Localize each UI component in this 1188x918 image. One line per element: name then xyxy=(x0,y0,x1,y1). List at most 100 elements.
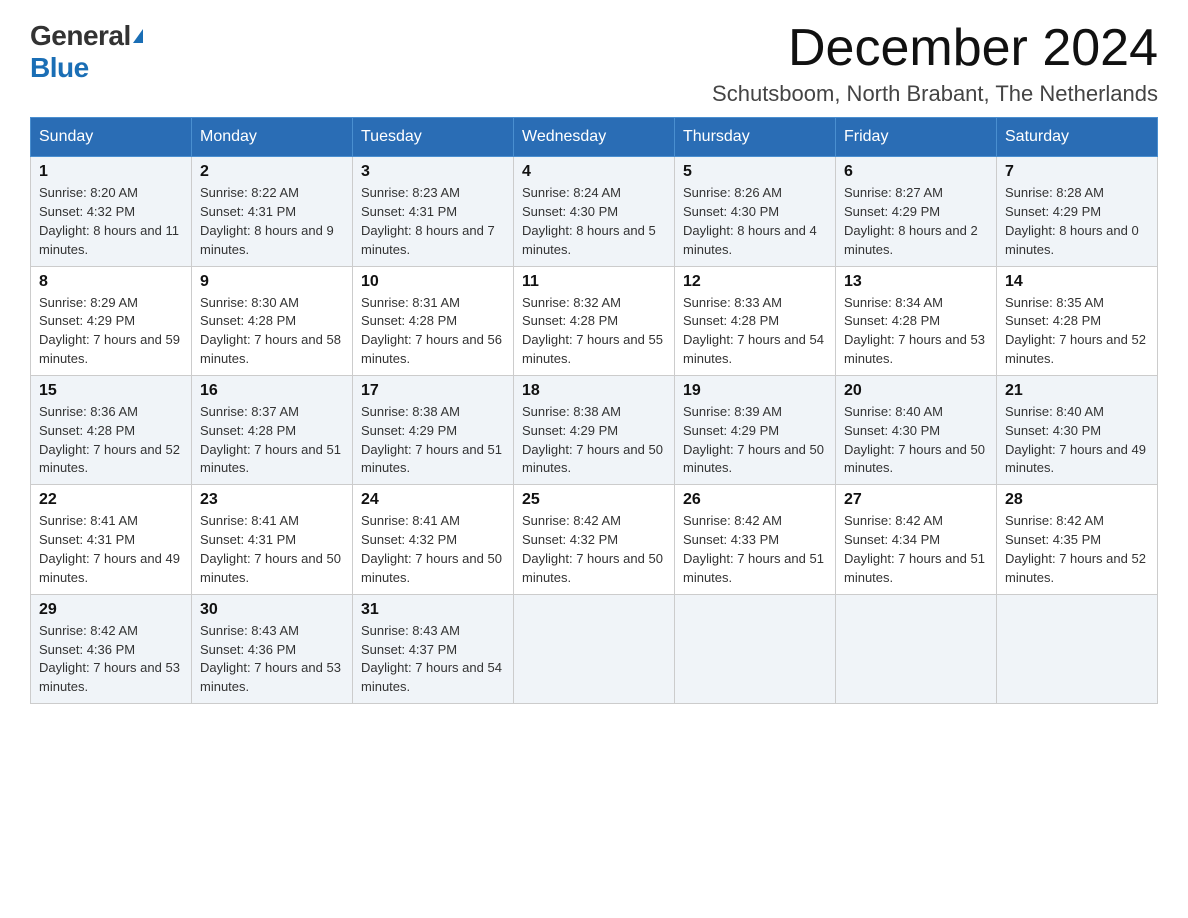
day-number: 26 xyxy=(683,491,827,509)
day-info: Sunrise: 8:43 AMSunset: 4:36 PMDaylight:… xyxy=(200,623,341,695)
header-monday: Monday xyxy=(192,118,353,157)
header-wednesday: Wednesday xyxy=(514,118,675,157)
header-saturday: Saturday xyxy=(997,118,1158,157)
calendar-week-row: 8 Sunrise: 8:29 AMSunset: 4:29 PMDayligh… xyxy=(31,266,1158,375)
day-number: 14 xyxy=(1005,273,1149,291)
day-number: 25 xyxy=(522,491,666,509)
table-row: 6 Sunrise: 8:27 AMSunset: 4:29 PMDayligh… xyxy=(836,157,997,266)
table-row: 19 Sunrise: 8:39 AMSunset: 4:29 PMDaylig… xyxy=(675,375,836,484)
table-row: 7 Sunrise: 8:28 AMSunset: 4:29 PMDayligh… xyxy=(997,157,1158,266)
day-number: 5 xyxy=(683,163,827,181)
day-info: Sunrise: 8:40 AMSunset: 4:30 PMDaylight:… xyxy=(1005,404,1146,476)
day-info: Sunrise: 8:38 AMSunset: 4:29 PMDaylight:… xyxy=(522,404,663,476)
table-row: 18 Sunrise: 8:38 AMSunset: 4:29 PMDaylig… xyxy=(514,375,675,484)
table-row: 12 Sunrise: 8:33 AMSunset: 4:28 PMDaylig… xyxy=(675,266,836,375)
day-info: Sunrise: 8:24 AMSunset: 4:30 PMDaylight:… xyxy=(522,185,656,257)
table-row: 11 Sunrise: 8:32 AMSunset: 4:28 PMDaylig… xyxy=(514,266,675,375)
calendar-table: Sunday Monday Tuesday Wednesday Thursday… xyxy=(30,117,1158,704)
day-number: 22 xyxy=(39,491,183,509)
day-number: 3 xyxy=(361,163,505,181)
day-info: Sunrise: 8:42 AMSunset: 4:34 PMDaylight:… xyxy=(844,513,985,585)
day-info: Sunrise: 8:26 AMSunset: 4:30 PMDaylight:… xyxy=(683,185,817,257)
table-row: 29 Sunrise: 8:42 AMSunset: 4:36 PMDaylig… xyxy=(31,594,192,703)
calendar-title-section: December 2024 Schutsboom, North Brabant,… xyxy=(712,20,1158,107)
day-info: Sunrise: 8:23 AMSunset: 4:31 PMDaylight:… xyxy=(361,185,495,257)
day-number: 10 xyxy=(361,273,505,291)
table-row: 3 Sunrise: 8:23 AMSunset: 4:31 PMDayligh… xyxy=(353,157,514,266)
day-info: Sunrise: 8:39 AMSunset: 4:29 PMDaylight:… xyxy=(683,404,824,476)
table-row: 28 Sunrise: 8:42 AMSunset: 4:35 PMDaylig… xyxy=(997,485,1158,594)
day-info: Sunrise: 8:41 AMSunset: 4:31 PMDaylight:… xyxy=(200,513,341,585)
day-info: Sunrise: 8:37 AMSunset: 4:28 PMDaylight:… xyxy=(200,404,341,476)
day-number: 24 xyxy=(361,491,505,509)
day-number: 18 xyxy=(522,382,666,400)
day-info: Sunrise: 8:29 AMSunset: 4:29 PMDaylight:… xyxy=(39,295,180,367)
table-row: 20 Sunrise: 8:40 AMSunset: 4:30 PMDaylig… xyxy=(836,375,997,484)
table-row xyxy=(514,594,675,703)
day-number: 21 xyxy=(1005,382,1149,400)
day-number: 30 xyxy=(200,601,344,619)
day-number: 6 xyxy=(844,163,988,181)
day-info: Sunrise: 8:42 AMSunset: 4:36 PMDaylight:… xyxy=(39,623,180,695)
day-number: 23 xyxy=(200,491,344,509)
day-info: Sunrise: 8:34 AMSunset: 4:28 PMDaylight:… xyxy=(844,295,985,367)
day-info: Sunrise: 8:30 AMSunset: 4:28 PMDaylight:… xyxy=(200,295,341,367)
table-row: 17 Sunrise: 8:38 AMSunset: 4:29 PMDaylig… xyxy=(353,375,514,484)
day-number: 17 xyxy=(361,382,505,400)
day-number: 20 xyxy=(844,382,988,400)
day-info: Sunrise: 8:28 AMSunset: 4:29 PMDaylight:… xyxy=(1005,185,1139,257)
table-row: 15 Sunrise: 8:36 AMSunset: 4:28 PMDaylig… xyxy=(31,375,192,484)
table-row: 4 Sunrise: 8:24 AMSunset: 4:30 PMDayligh… xyxy=(514,157,675,266)
day-number: 31 xyxy=(361,601,505,619)
logo-blue-text: Blue xyxy=(30,52,89,84)
header-thursday: Thursday xyxy=(675,118,836,157)
header-friday: Friday xyxy=(836,118,997,157)
header-tuesday: Tuesday xyxy=(353,118,514,157)
day-number: 16 xyxy=(200,382,344,400)
calendar-header-row: Sunday Monday Tuesday Wednesday Thursday… xyxy=(31,118,1158,157)
day-number: 19 xyxy=(683,382,827,400)
day-number: 13 xyxy=(844,273,988,291)
table-row: 27 Sunrise: 8:42 AMSunset: 4:34 PMDaylig… xyxy=(836,485,997,594)
day-number: 29 xyxy=(39,601,183,619)
day-info: Sunrise: 8:38 AMSunset: 4:29 PMDaylight:… xyxy=(361,404,502,476)
table-row: 8 Sunrise: 8:29 AMSunset: 4:29 PMDayligh… xyxy=(31,266,192,375)
day-info: Sunrise: 8:43 AMSunset: 4:37 PMDaylight:… xyxy=(361,623,502,695)
day-number: 7 xyxy=(1005,163,1149,181)
day-info: Sunrise: 8:42 AMSunset: 4:32 PMDaylight:… xyxy=(522,513,663,585)
table-row: 2 Sunrise: 8:22 AMSunset: 4:31 PMDayligh… xyxy=(192,157,353,266)
table-row: 30 Sunrise: 8:43 AMSunset: 4:36 PMDaylig… xyxy=(192,594,353,703)
day-info: Sunrise: 8:31 AMSunset: 4:28 PMDaylight:… xyxy=(361,295,502,367)
day-info: Sunrise: 8:32 AMSunset: 4:28 PMDaylight:… xyxy=(522,295,663,367)
day-info: Sunrise: 8:42 AMSunset: 4:33 PMDaylight:… xyxy=(683,513,824,585)
month-year-title: December 2024 xyxy=(712,20,1158,77)
day-number: 9 xyxy=(200,273,344,291)
table-row: 26 Sunrise: 8:42 AMSunset: 4:33 PMDaylig… xyxy=(675,485,836,594)
logo: General Blue xyxy=(30,20,143,84)
day-number: 1 xyxy=(39,163,183,181)
table-row: 5 Sunrise: 8:26 AMSunset: 4:30 PMDayligh… xyxy=(675,157,836,266)
day-number: 28 xyxy=(1005,491,1149,509)
calendar-week-row: 22 Sunrise: 8:41 AMSunset: 4:31 PMDaylig… xyxy=(31,485,1158,594)
day-number: 15 xyxy=(39,382,183,400)
day-number: 27 xyxy=(844,491,988,509)
day-number: 12 xyxy=(683,273,827,291)
table-row: 14 Sunrise: 8:35 AMSunset: 4:28 PMDaylig… xyxy=(997,266,1158,375)
table-row xyxy=(997,594,1158,703)
table-row: 13 Sunrise: 8:34 AMSunset: 4:28 PMDaylig… xyxy=(836,266,997,375)
table-row: 31 Sunrise: 8:43 AMSunset: 4:37 PMDaylig… xyxy=(353,594,514,703)
day-info: Sunrise: 8:22 AMSunset: 4:31 PMDaylight:… xyxy=(200,185,334,257)
page-header: General Blue December 2024 Schutsboom, N… xyxy=(30,20,1158,107)
table-row xyxy=(836,594,997,703)
day-number: 8 xyxy=(39,273,183,291)
day-info: Sunrise: 8:33 AMSunset: 4:28 PMDaylight:… xyxy=(683,295,824,367)
day-number: 4 xyxy=(522,163,666,181)
table-row xyxy=(675,594,836,703)
day-info: Sunrise: 8:27 AMSunset: 4:29 PMDaylight:… xyxy=(844,185,978,257)
table-row: 22 Sunrise: 8:41 AMSunset: 4:31 PMDaylig… xyxy=(31,485,192,594)
day-info: Sunrise: 8:42 AMSunset: 4:35 PMDaylight:… xyxy=(1005,513,1146,585)
table-row: 9 Sunrise: 8:30 AMSunset: 4:28 PMDayligh… xyxy=(192,266,353,375)
table-row: 23 Sunrise: 8:41 AMSunset: 4:31 PMDaylig… xyxy=(192,485,353,594)
calendar-week-row: 1 Sunrise: 8:20 AMSunset: 4:32 PMDayligh… xyxy=(31,157,1158,266)
table-row: 10 Sunrise: 8:31 AMSunset: 4:28 PMDaylig… xyxy=(353,266,514,375)
